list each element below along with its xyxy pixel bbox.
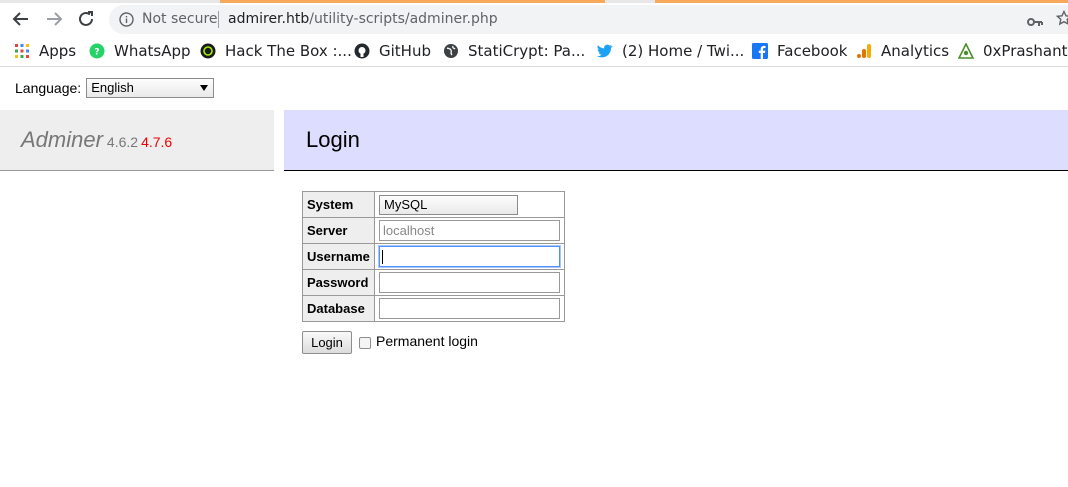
- bookmark-github[interactable]: GitHub: [354, 42, 431, 60]
- bookmark-label: WhatsApp: [114, 42, 191, 60]
- url-path: /utility-scripts/adminer.php: [309, 11, 498, 27]
- url-host: admirer.htb: [228, 11, 310, 27]
- security-label[interactable]: Not secure: [142, 11, 218, 27]
- bookmark-label: StatiCrypt: Pa...: [468, 42, 586, 60]
- bookmark-label: 0xPrashant: [983, 42, 1068, 60]
- bookmark-apps[interactable]: Apps: [14, 42, 76, 60]
- bookmark-label: Facebook: [777, 42, 848, 60]
- database-row: Database: [302, 295, 565, 322]
- back-button[interactable]: [9, 7, 33, 31]
- password-input[interactable]: [379, 272, 560, 293]
- back-arrow-icon: [12, 12, 28, 26]
- bookmark-label: GitHub: [379, 42, 431, 60]
- globe-icon: [443, 43, 459, 59]
- login-actions: Login Permanent login: [302, 331, 478, 354]
- bookmark-label: Hack The Box :...: [225, 42, 352, 60]
- browser-toolbar: Not secure admirer.htb/utility-scripts/a…: [0, 3, 1068, 35]
- bookmark-label: Apps: [39, 42, 77, 60]
- brand-name[interactable]: Adminer: [21, 127, 103, 152]
- username-label: Username: [302, 243, 375, 270]
- language-label: Language:: [15, 80, 82, 96]
- analytics-icon: [856, 43, 872, 59]
- server-input[interactable]: localhost: [379, 220, 560, 241]
- bookmark-staticrypt[interactable]: StatiCrypt: Pa...: [443, 42, 585, 60]
- bookmark-twitter[interactable]: (2) Home / Twi...: [597, 42, 744, 60]
- version: 4.6.2: [106, 134, 139, 150]
- bookmark-facebook[interactable]: Facebook: [752, 42, 847, 60]
- bookmark-label: Analytics: [881, 42, 950, 60]
- database-input[interactable]: [379, 298, 560, 319]
- username-row: Username: [302, 243, 565, 270]
- server-row: Server localhost: [302, 217, 565, 244]
- reload-icon: [79, 11, 93, 26]
- page-title: Login: [306, 127, 360, 152]
- reload-button[interactable]: [74, 7, 98, 31]
- adminer-brand[interactable]: Adminer 4.6.2 4.7.6: [21, 127, 172, 153]
- info-icon[interactable]: [119, 12, 134, 31]
- content-header: Login: [284, 110, 1068, 171]
- menu-header: Adminer 4.6.2 4.7.6: [0, 110, 274, 171]
- system-label: System: [302, 191, 375, 218]
- hackthebox-icon: [200, 43, 216, 59]
- twitter-icon: [597, 43, 613, 59]
- language-form: Language: English: [15, 78, 215, 98]
- bookmark-star-icon[interactable]: [1055, 9, 1068, 30]
- login-form-table: System MySQL Server localhost Username P…: [302, 191, 565, 322]
- forward-button[interactable]: [42, 7, 66, 31]
- whatsapp-icon: ?: [89, 43, 105, 59]
- password-label: Password: [302, 269, 375, 296]
- system-row: System MySQL: [302, 191, 565, 218]
- bookmark-whatsapp[interactable]: ? WhatsApp: [89, 42, 191, 60]
- url-text[interactable]: admirer.htb/utility-scripts/adminer.php: [228, 11, 498, 27]
- system-selected-value: MySQL: [384, 196, 428, 212]
- username-input[interactable]: [379, 246, 560, 267]
- apps-grid-icon: [14, 43, 30, 59]
- database-label: Database: [302, 295, 375, 322]
- language-selected-value: English: [91, 80, 134, 95]
- prashant-icon: [958, 43, 974, 59]
- bookmark-0xprashant[interactable]: 0xPrashant: [958, 42, 1067, 60]
- bookmark-hackthebox[interactable]: Hack The Box :...: [200, 42, 352, 60]
- server-label: Server: [302, 217, 375, 244]
- bookmark-analytics[interactable]: Analytics: [856, 42, 949, 60]
- new-version[interactable]: 4.7.6: [141, 134, 172, 150]
- address-separator: [218, 11, 219, 28]
- forward-arrow-icon: [47, 12, 63, 26]
- system-select[interactable]: MySQL: [379, 194, 518, 215]
- facebook-icon: [752, 43, 768, 59]
- bookmark-label: (2) Home / Twi...: [622, 42, 745, 60]
- key-icon[interactable]: [1027, 13, 1043, 32]
- svg-text:?: ?: [94, 48, 99, 58]
- login-button[interactable]: Login: [302, 331, 352, 354]
- address-bar[interactable]: Not secure admirer.htb/utility-scripts/a…: [109, 5, 1068, 34]
- permanent-login-label[interactable]: Permanent login: [376, 333, 478, 349]
- permanent-login-checkbox[interactable]: [359, 336, 371, 349]
- dropdown-arrow-icon: [200, 85, 209, 91]
- github-icon: [354, 43, 370, 59]
- password-row: Password: [302, 269, 565, 296]
- bookmarks-bar: Apps ? WhatsApp Hack The Box :... GitHub…: [0, 35, 1068, 67]
- language-select[interactable]: English: [86, 78, 215, 98]
